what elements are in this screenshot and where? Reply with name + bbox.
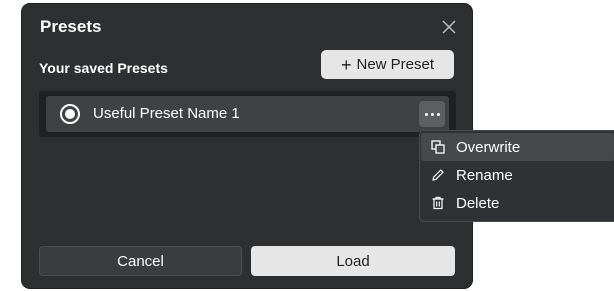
menu-item-delete[interactable]: Delete [421, 189, 614, 217]
preset-radio[interactable] [60, 104, 80, 124]
menu-item-label: Rename [456, 166, 513, 184]
new-preset-button[interactable]: + New Preset [321, 50, 454, 79]
more-icon [425, 113, 428, 116]
more-icon [437, 113, 440, 116]
pencil-icon [431, 168, 445, 182]
dialog-title: Presets [40, 17, 102, 36]
preset-context-menu: Overwrite Rename Delete [419, 130, 614, 222]
presets-dialog: Presets Your saved Presets + New Preset … [22, 4, 472, 288]
plus-icon: + [340, 54, 352, 75]
menu-item-overwrite[interactable]: Overwrite [421, 133, 614, 161]
cancel-button[interactable]: Cancel [39, 246, 242, 276]
menu-item-rename[interactable]: Rename [421, 161, 614, 189]
overwrite-icon [431, 140, 445, 154]
menu-item-label: Overwrite [456, 138, 521, 156]
new-preset-label: New Preset [356, 56, 435, 73]
more-options-button[interactable] [419, 101, 445, 127]
saved-presets-heading: Your saved Presets [39, 60, 168, 76]
preset-list: Useful Preset Name 1 [39, 91, 456, 137]
load-button[interactable]: Load [251, 246, 455, 276]
more-icon [431, 113, 434, 116]
close-icon[interactable] [441, 19, 457, 35]
menu-item-label: Delete [456, 194, 500, 212]
trash-icon [431, 196, 445, 210]
preset-row[interactable]: Useful Preset Name 1 [46, 96, 449, 132]
preset-name: Useful Preset Name 1 [93, 105, 240, 122]
